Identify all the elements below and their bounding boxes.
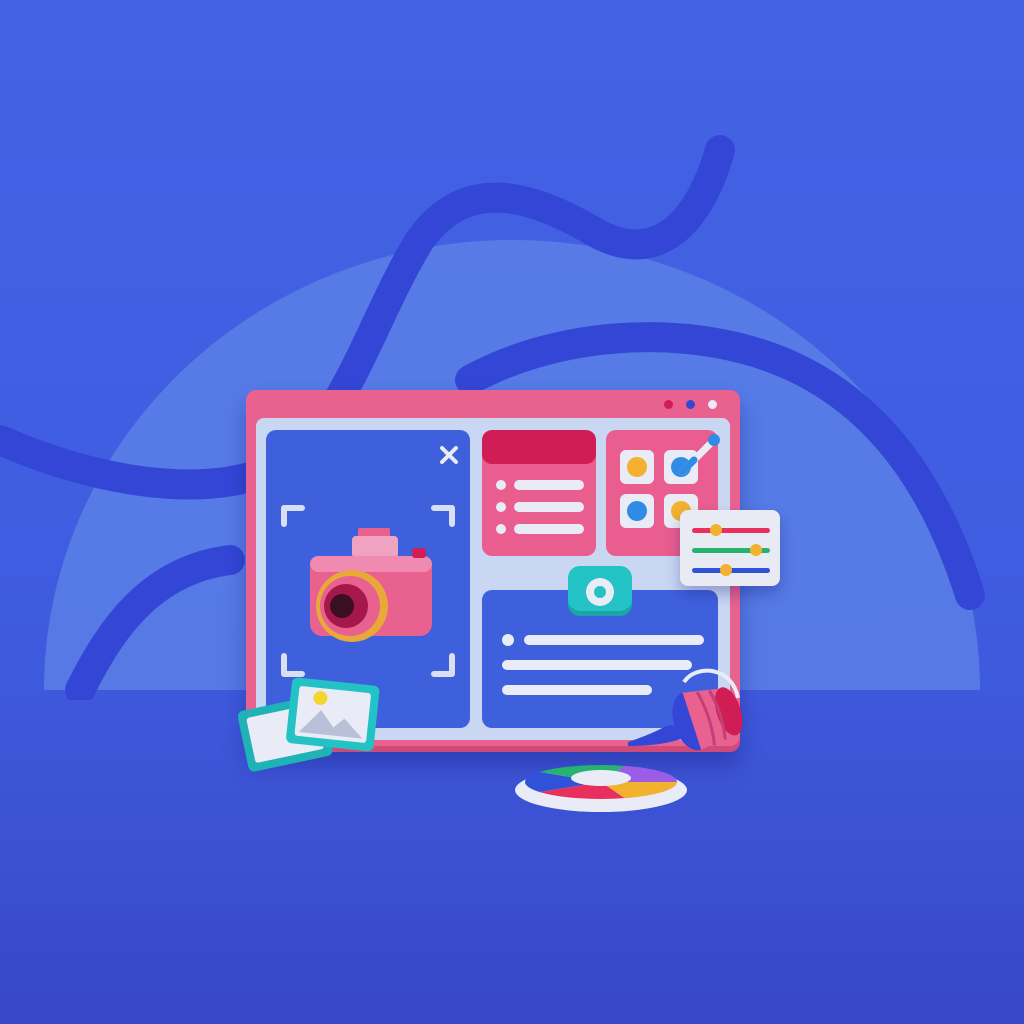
slider-track-red[interactable] — [692, 524, 770, 536]
paint-bucket-icon — [628, 668, 743, 751]
palette-swatch[interactable] — [620, 494, 654, 528]
palette-swatch[interactable] — [620, 450, 654, 484]
color-wheel-icon — [515, 765, 687, 812]
list-line — [514, 502, 584, 512]
list-bullet — [496, 502, 506, 512]
text-bullet — [502, 634, 514, 646]
sliders-icon[interactable] — [680, 510, 780, 586]
slider-knob[interactable] — [710, 524, 722, 536]
slider-knob[interactable] — [720, 564, 732, 576]
list-line — [514, 524, 584, 534]
illustration-scene — [0, 0, 1024, 1024]
slider-track-green[interactable] — [692, 544, 770, 556]
list-bullet — [496, 480, 506, 490]
list-pane-header[interactable] — [482, 430, 596, 464]
window-control-maximize[interactable] — [708, 400, 717, 409]
slider-track-blue[interactable] — [692, 564, 770, 576]
close-icon[interactable] — [438, 444, 460, 466]
list-bullet — [496, 524, 506, 534]
slider-knob[interactable] — [750, 544, 762, 556]
list-line — [514, 480, 584, 490]
window-control-close[interactable] — [664, 400, 673, 409]
toggle-icon[interactable] — [568, 566, 632, 616]
list-pane — [482, 430, 596, 556]
picture-frame-icon — [238, 677, 380, 772]
camera-icon — [310, 528, 432, 642]
toggle-knob — [586, 578, 614, 606]
text-line — [524, 635, 704, 645]
window-control-minimize[interactable] — [686, 400, 695, 409]
eyedropper-icon[interactable] — [674, 430, 724, 480]
